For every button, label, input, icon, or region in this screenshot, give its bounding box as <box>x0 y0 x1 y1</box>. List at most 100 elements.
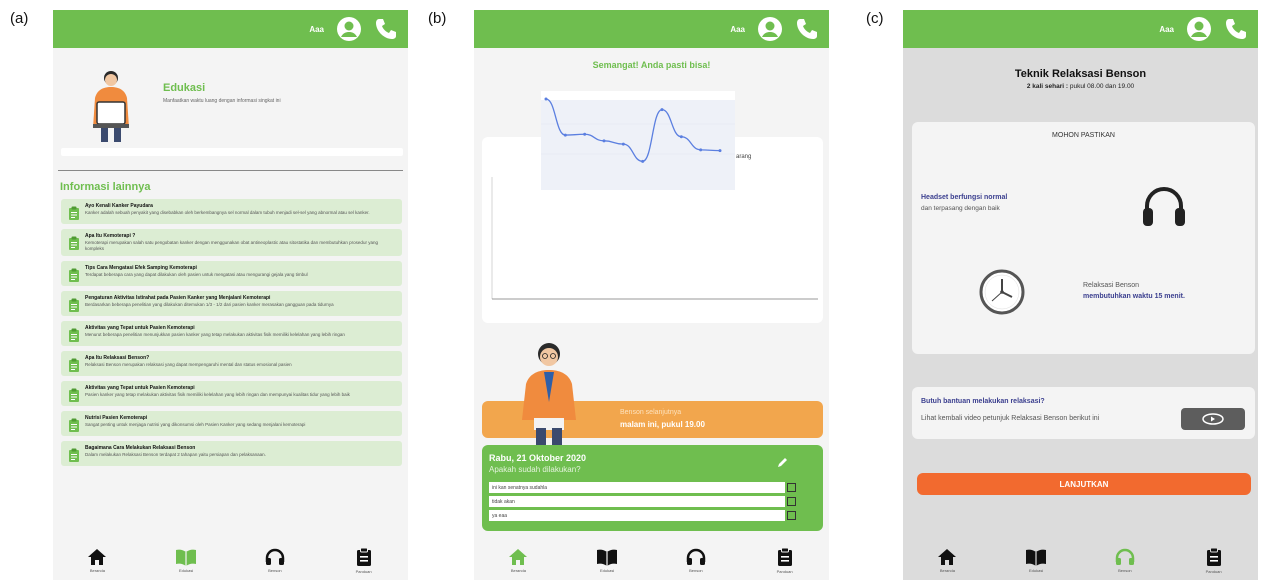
headphones-icon <box>1115 548 1135 565</box>
edukasi-title: Edukasi <box>163 82 206 94</box>
info-item-title: Apa Itu Kemoterapi ? <box>85 233 136 239</box>
answer-checkbox[interactable] <box>787 497 796 506</box>
page-title: Teknik Relaksasi Benson <box>1014 68 1147 80</box>
info-item[interactable]: Nutrisi Pasien Kemoterapi Sangat penting … <box>61 411 402 436</box>
phone-icon[interactable] <box>374 17 398 41</box>
headset-check-desc: dan terpasang dengan baik <box>921 205 1000 212</box>
info-item[interactable]: Apa Itu Kemoterapi ? Kemoterapi merupakan… <box>61 229 402 256</box>
info-item[interactable]: Aktivitas yang Tepat untuk Pasien Kemote… <box>61 381 402 406</box>
info-item-title: Apa Itu Relaksasi Benson? <box>85 355 150 361</box>
info-item[interactable]: Bagaimana Cara Melakukan Relaksasi Benso… <box>61 441 402 466</box>
panel-label-a: (a) <box>10 10 29 27</box>
continue-button[interactable]: LANJUTKAN <box>917 473 1251 495</box>
info-item-desc: Dalam melakukan Relaksasi Benson terdapa… <box>85 452 266 457</box>
bottom-nav: Beranda Edukasi Benson Panduan <box>53 540 408 580</box>
trend-point <box>583 132 587 136</box>
info-item[interactable]: Pengaturan Aktivitas Istirahat pada Pasi… <box>61 291 402 316</box>
nav-label: Edukasi <box>179 567 194 573</box>
clipboard-icon <box>1206 547 1221 566</box>
headphones-icon <box>265 548 285 565</box>
nav-label: Panduan <box>776 568 793 574</box>
trend-point <box>621 142 625 146</box>
screen-beranda: Aaa Semangat! Anda pasti bisa! arang Ben… <box>474 10 829 580</box>
book-icon <box>176 549 197 566</box>
headphones-icon <box>1143 187 1185 226</box>
info-heading: Informasi lainnya <box>60 181 151 193</box>
nav-edukasi[interactable]: Edukasi <box>577 548 637 573</box>
profile-icon[interactable] <box>1186 16 1212 42</box>
document-icon <box>69 358 79 372</box>
nav-panduan[interactable]: Panduan <box>755 547 815 574</box>
app-bar: Aaa <box>53 10 408 48</box>
info-item[interactable]: Aktivitas yang Tepat untuk Pasien Kemote… <box>61 321 402 346</box>
schedule-times: pukul 08.00 dan 19.00 <box>1068 83 1135 90</box>
document-icon <box>69 448 79 462</box>
profile-icon[interactable] <box>757 16 783 42</box>
daily-check-question: Apakah sudah dilakukan? <box>489 465 581 474</box>
font-size-button[interactable]: Aaa <box>309 25 324 34</box>
trend-point <box>641 159 645 163</box>
checklist-heading: MOHON PASTIKAN <box>1052 132 1115 139</box>
info-item-desc: Sangat penting untuk menjaga nutrisi yan… <box>85 422 306 427</box>
nav-home[interactable]: Beranda <box>488 548 548 573</box>
nav-label: Beranda <box>89 567 105 573</box>
info-item-desc: Kanker adalah sebuah penyakit yang diseb… <box>85 210 370 215</box>
person-laptop-illustration <box>93 71 129 142</box>
phone-icon[interactable] <box>795 17 819 41</box>
home-icon <box>938 548 957 565</box>
nav-home[interactable]: Beranda <box>917 548 977 573</box>
person-illustration <box>522 343 576 448</box>
nav-edukasi[interactable]: Edukasi <box>156 548 216 573</box>
book-icon <box>597 549 618 566</box>
trend-series-line <box>545 98 721 162</box>
info-item[interactable]: Ayo Kenali Kanker Payudara Kanker adalah … <box>61 199 402 224</box>
trend-point <box>679 135 683 139</box>
document-icon <box>69 388 79 402</box>
edukasi-progress-bar <box>61 148 403 156</box>
clipboard-icon <box>356 547 371 566</box>
nav-edukasi[interactable]: Edukasi <box>1006 548 1066 573</box>
trend-line-chart <box>541 97 735 163</box>
answer-checkbox[interactable] <box>787 483 796 492</box>
nav-label: Panduan <box>1205 568 1222 574</box>
duration-label: Relaksasi Benson <box>1083 282 1140 289</box>
nav-home[interactable]: Beranda <box>67 548 127 573</box>
info-list: Ayo Kenali Kanker Payudara Kanker adalah … <box>61 199 402 471</box>
answer-checkbox[interactable] <box>787 511 796 520</box>
document-icon <box>69 418 79 432</box>
font-size-button[interactable]: Aaa <box>730 25 745 34</box>
schedule-subtitle: 2 kali sehari : pukul 08.00 dan 19.00 <box>903 83 1258 90</box>
trend-point <box>563 133 567 137</box>
phone-icon[interactable] <box>1224 17 1248 41</box>
info-item[interactable]: Tips Cara Mengatasi Efek Samping Kemoter… <box>61 261 402 286</box>
play-video-button[interactable] <box>1181 408 1245 430</box>
app-bar: Aaa <box>903 10 1258 48</box>
info-item-desc: Terdapat beberapa cara yang dapat dilaku… <box>85 272 308 277</box>
answer-option: ya eaa <box>489 510 785 521</box>
info-item-title: Ayo Kenali Kanker Payudara <box>85 203 153 209</box>
edit-pencil-icon[interactable] <box>777 456 789 468</box>
profile-icon[interactable] <box>336 16 362 42</box>
screen-benson: Aaa Teknik Relaksasi Benson 2 kali sehar… <box>903 10 1258 580</box>
font-size-button[interactable]: Aaa <box>1159 25 1174 34</box>
answer-option: tidak akan <box>489 496 785 507</box>
home-icon <box>88 548 107 565</box>
trend-point <box>602 139 606 143</box>
info-item-title: Nutrisi Pasien Kemoterapi <box>85 415 148 421</box>
nav-label: Beranda <box>510 567 526 573</box>
document-icon <box>69 328 79 342</box>
nav-benson[interactable]: Benson <box>666 548 726 573</box>
nav-benson[interactable]: Benson <box>245 548 305 573</box>
nav-label: Benson <box>268 567 282 573</box>
nav-panduan[interactable]: Panduan <box>334 547 394 574</box>
home-icon <box>509 548 528 565</box>
nav-panduan[interactable]: Panduan <box>1184 547 1244 574</box>
info-item[interactable]: Apa Itu Relaksasi Benson? Relaksasi Benso… <box>61 351 402 376</box>
screen-edukasi: Aaa Edukasi Manfaatkan waktu luang denga… <box>53 10 408 580</box>
document-icon <box>69 206 79 220</box>
headphones-icon <box>686 548 706 565</box>
document-icon <box>69 298 79 312</box>
headset-check-title: Headset berfungsi normal <box>921 194 1008 201</box>
help-desc: Lihat kembali video petunjuk Relaksasi B… <box>921 415 1100 422</box>
nav-benson[interactable]: Benson <box>1095 548 1155 573</box>
